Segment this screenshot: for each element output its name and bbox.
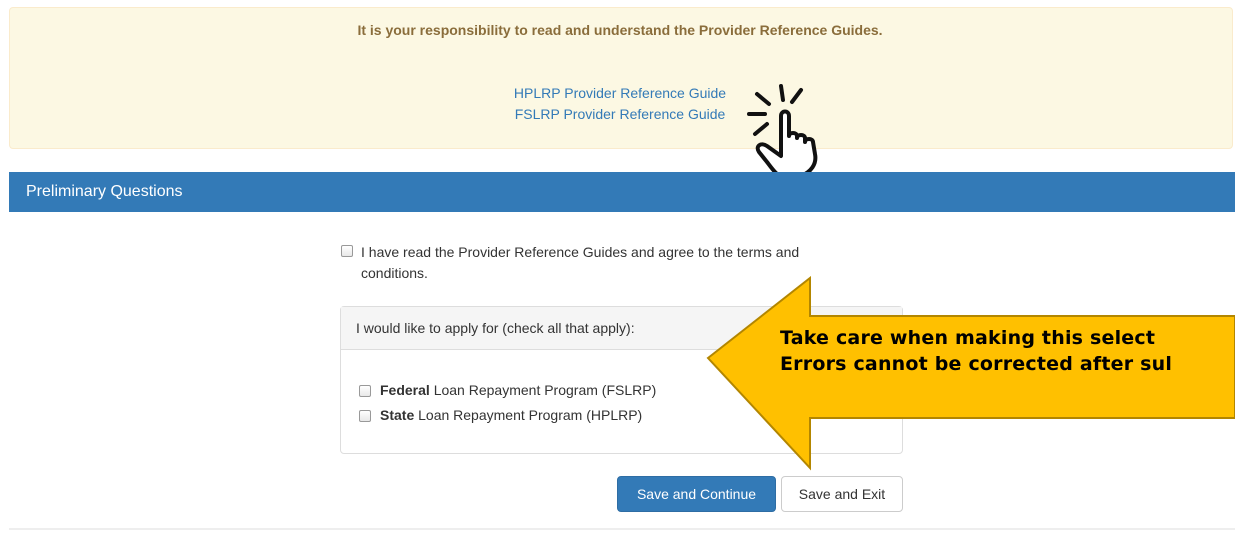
state-program-label: State Loan Repayment Program (HPLRP) [380, 407, 643, 423]
hplrp-guide-link[interactable]: HPLRP Provider Reference Guide [470, 83, 770, 103]
federal-program-label: Federal Loan Repayment Program (FSLRP) [380, 382, 657, 398]
save-and-exit-button[interactable]: Save and Exit [781, 476, 903, 512]
notice-text: It is your responsibility to read and un… [357, 22, 883, 38]
callout-line-1: Take care when making this select [780, 327, 1156, 349]
callout-warning-text: Take care when making this select Errors… [780, 325, 1235, 377]
callout-line-2: Errors cannot be corrected after sul [780, 353, 1173, 375]
click-hand-icon [747, 84, 818, 180]
fslrp-guide-link[interactable]: FSLRP Provider Reference Guide [470, 104, 770, 124]
federal-program-checkbox[interactable] [359, 385, 371, 397]
preliminary-questions-heading: Preliminary Questions [9, 172, 1235, 212]
save-and-continue-button[interactable]: Save and Continue [617, 476, 776, 512]
divider [9, 528, 1235, 530]
state-program-checkbox[interactable] [359, 410, 371, 422]
agree-terms-checkbox[interactable] [341, 245, 353, 257]
